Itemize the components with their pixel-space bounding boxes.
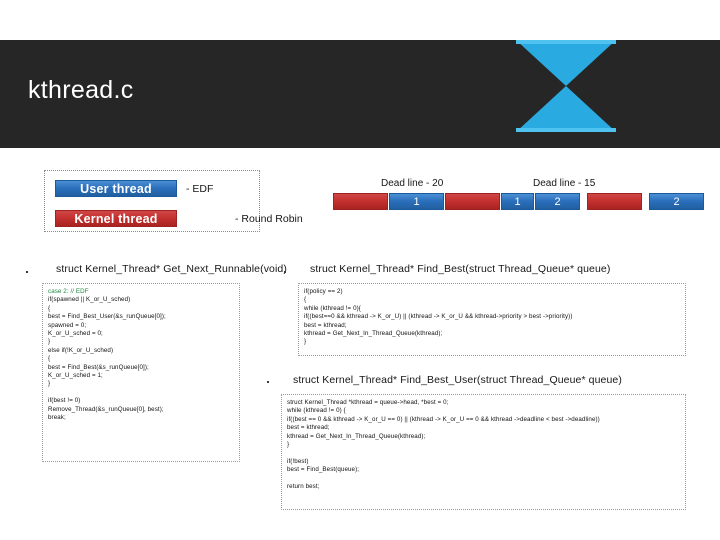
bowtie-decoration: [516, 40, 616, 132]
legend-note-round-robin: - Round Robin: [235, 213, 303, 225]
code-line: while (kthread != 0) {: [287, 407, 346, 415]
section-caption-get-next-runnable: struct Kernel_Thread* Get_Next_Runnable(…: [56, 263, 287, 275]
code-box-get-next-runnable: case 2: // EDF if(spawned || K_or_U_sched…: [42, 283, 240, 462]
timeline-block-1: 1: [389, 193, 444, 210]
code-line: return best;: [287, 483, 320, 491]
deadline-label-20: Dead line - 20: [381, 178, 444, 189]
code-line: kthread = Get_Next_In_Thread_Queue(kthre…: [304, 330, 443, 338]
bullet-icon: [26, 271, 28, 273]
bullet-icon: [267, 381, 269, 383]
timeline-block-2: [445, 193, 500, 210]
deadline-label-15: Dead line - 15: [533, 178, 596, 189]
section-caption-find-best: struct Kernel_Thread* Find_Best(struct T…: [310, 263, 611, 275]
code-line: {: [304, 296, 307, 304]
bullet-icon: [284, 271, 286, 273]
section-caption-find-best-user: struct Kernel_Thread* Find_Best_User(str…: [293, 374, 622, 386]
code-box-find-best-user: struct Kernel_Thread *kthread = queue->h…: [281, 394, 686, 510]
code-line: K_or_U_sched = 0;: [48, 330, 103, 338]
code-line: {: [48, 304, 51, 312]
code-line: struct Kernel_Thread *kthread = queue->h…: [287, 399, 449, 406]
code-line: else if(!K_or_U_sched): [48, 346, 114, 354]
code-line: Remove_Thread(&s_runQueue[0], best);: [48, 405, 164, 413]
timeline-block-4: 2: [535, 193, 580, 210]
timeline-block-0: [333, 193, 388, 210]
code-line: kthread = Get_Next_In_Thread_Queue(kthre…: [287, 432, 426, 440]
code-line: best = Find_Best(&s_runQueue[0]);: [48, 363, 149, 371]
code-line: if((best == 0 && kthread -> K_or_U == 0)…: [287, 415, 600, 423]
timeline-block-5: [587, 193, 642, 210]
code-line: best = Find_Best(queue);: [287, 466, 360, 474]
code-line: {: [48, 355, 51, 363]
code-line: spawned = 0;: [48, 321, 87, 329]
code-line: }: [304, 338, 307, 346]
code-line: if(best != 0): [48, 397, 81, 405]
page-title: kthread.c: [28, 76, 134, 104]
code-line: best = Find_Best_User(&s_runQueue[0]);: [48, 313, 166, 321]
code-box-find-best: if(policy == 2){while (kthread != 0){if(…: [298, 283, 686, 356]
timeline-block-6: 2: [649, 193, 704, 210]
legend-chip-user-thread: User thread: [55, 180, 177, 197]
code-line: if(policy == 2): [304, 288, 343, 295]
code-line: break;: [48, 414, 66, 422]
code-line: if(!best): [287, 457, 309, 465]
code-line: if(spawned || K_or_U_sched): [48, 296, 131, 304]
legend-note-edf: - EDF: [186, 183, 214, 195]
code-line: case 2: // EDF: [48, 288, 89, 295]
code-line: }: [48, 338, 51, 346]
code-line: if((best==0 && kthread -> K_or_U) || (kt…: [304, 313, 573, 321]
code-line: }: [48, 380, 51, 388]
code-line: best = kthread;: [304, 321, 347, 329]
code-line: while (kthread != 0){: [304, 304, 361, 312]
code-line: K_or_U_sched = 1;: [48, 372, 103, 380]
legend-chip-kernel-thread: Kernel thread: [55, 210, 177, 227]
timeline-block-3: 1: [501, 193, 534, 210]
code-line: }: [287, 441, 290, 449]
code-line: best = kthread;: [287, 424, 330, 432]
